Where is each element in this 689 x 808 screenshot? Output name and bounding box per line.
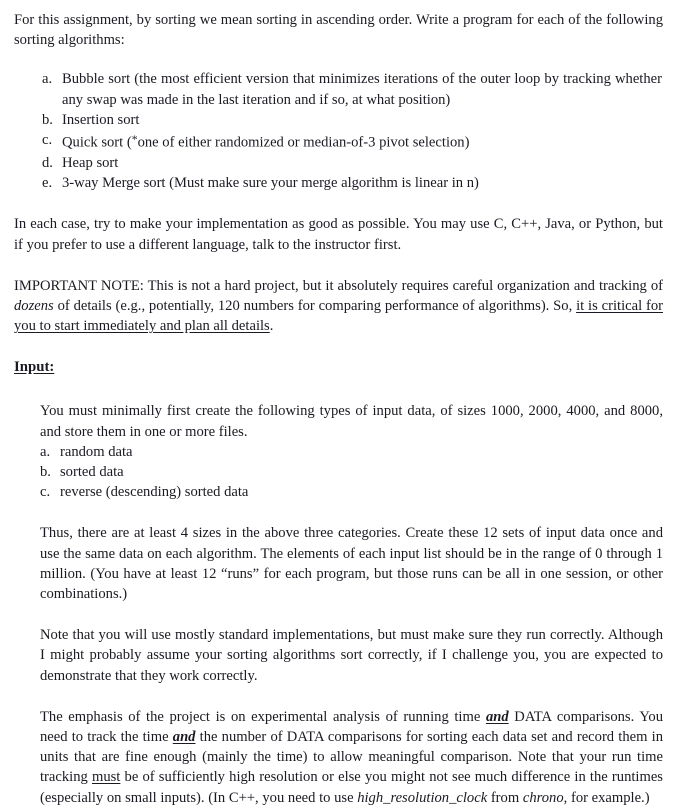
input-data-list: a. random data b. sorted data c. reverse… bbox=[40, 442, 662, 503]
list-item: e. 3-way Merge sort (Must make sure your… bbox=[42, 173, 662, 193]
important-note-paragraph: IMPORTANT NOTE: This is not a hard proje… bbox=[14, 276, 663, 337]
list-item: d. Heap sort bbox=[42, 153, 662, 173]
emphasis-must: must bbox=[91, 769, 121, 786]
list-item-text: random data bbox=[60, 443, 133, 460]
emphasis-and-second: and bbox=[172, 729, 196, 746]
list-item-text: reverse (descending) sorted data bbox=[60, 484, 249, 501]
standard-implementations-paragraph: Note that you will use mostly standard i… bbox=[40, 627, 663, 684]
input-section-heading: Input: bbox=[14, 359, 55, 376]
list-marker: c. bbox=[42, 132, 53, 149]
spacer-before-emphasis bbox=[0, 686, 689, 707]
sizes-paragraph: Thus, there are at least 4 sizes in the … bbox=[40, 525, 663, 602]
quicksort-text-part2: one of either randomized or median-of-3 … bbox=[137, 134, 470, 151]
list-item: b. Insertion sort bbox=[42, 110, 662, 130]
list-item-text: Quick sort (*one of either randomized or… bbox=[42, 130, 662, 153]
list-item-text: 3-way Merge sort (Must make sure your me… bbox=[62, 175, 479, 192]
list-item: c. reverse (descending) sorted data bbox=[40, 482, 662, 502]
list-item-text: Bubble sort (the most efficient version … bbox=[62, 71, 662, 108]
list-marker: a. bbox=[40, 443, 51, 460]
list-marker: a. bbox=[42, 71, 53, 88]
list-item: c. Quick sort (*one of either randomized… bbox=[42, 130, 662, 153]
list-marker: e. bbox=[42, 175, 53, 192]
emphasis-and-first: and bbox=[485, 708, 509, 725]
emphasis-part1: The emphasis of the project is on experi… bbox=[40, 708, 486, 725]
spacer-before-algorithms bbox=[0, 50, 689, 69]
note-text-part1: IMPORTANT NOTE: This is not a hard proje… bbox=[14, 277, 663, 294]
spacer-before-input-heading bbox=[0, 336, 689, 357]
emphasis-part5: from bbox=[487, 789, 523, 806]
emphasis-paragraph: The emphasis of the project is on experi… bbox=[40, 707, 663, 808]
spacer-before-standard-impl bbox=[0, 604, 689, 625]
list-item-text: Heap sort bbox=[62, 154, 119, 171]
note-italic-dozens: dozens bbox=[14, 297, 54, 314]
languages-paragraph: In each case, try to make your implement… bbox=[14, 216, 663, 253]
list-marker: d. bbox=[42, 154, 53, 171]
list-item: b. sorted data bbox=[40, 462, 662, 482]
list-item-text: sorted data bbox=[60, 463, 124, 480]
spacer-before-sizes bbox=[0, 502, 689, 523]
list-item: a. Bubble sort (the most efficient versi… bbox=[42, 69, 662, 109]
code-chrono: chrono bbox=[522, 789, 564, 806]
list-item-text: Insertion sort bbox=[62, 111, 140, 128]
code-high-resolution-clock: high_resolution_clock bbox=[357, 789, 488, 806]
list-marker: c. bbox=[40, 484, 51, 501]
document-page: For this assignment, by sorting we mean … bbox=[0, 0, 689, 806]
spacer-after-input-heading bbox=[0, 377, 689, 401]
quicksort-text-part1: Quick sort ( bbox=[62, 134, 132, 151]
note-text-part2: of details (e.g., potentially, 120 numbe… bbox=[53, 297, 577, 314]
list-item: a. random data bbox=[40, 442, 662, 462]
list-marker: b. bbox=[40, 463, 51, 480]
algorithms-list: a. Bubble sort (the most efficient versi… bbox=[42, 69, 662, 193]
input-intro-paragraph: You must minimally first create the foll… bbox=[40, 403, 663, 440]
spacer-before-languages bbox=[0, 193, 689, 214]
emphasis-part6: , for example.) bbox=[563, 789, 650, 806]
list-marker: b. bbox=[42, 111, 53, 128]
intro-paragraph: For this assignment, by sorting we mean … bbox=[14, 12, 663, 49]
spacer-before-note bbox=[0, 255, 689, 276]
note-text-part3: . bbox=[269, 318, 274, 335]
spacer-top bbox=[0, 0, 689, 10]
